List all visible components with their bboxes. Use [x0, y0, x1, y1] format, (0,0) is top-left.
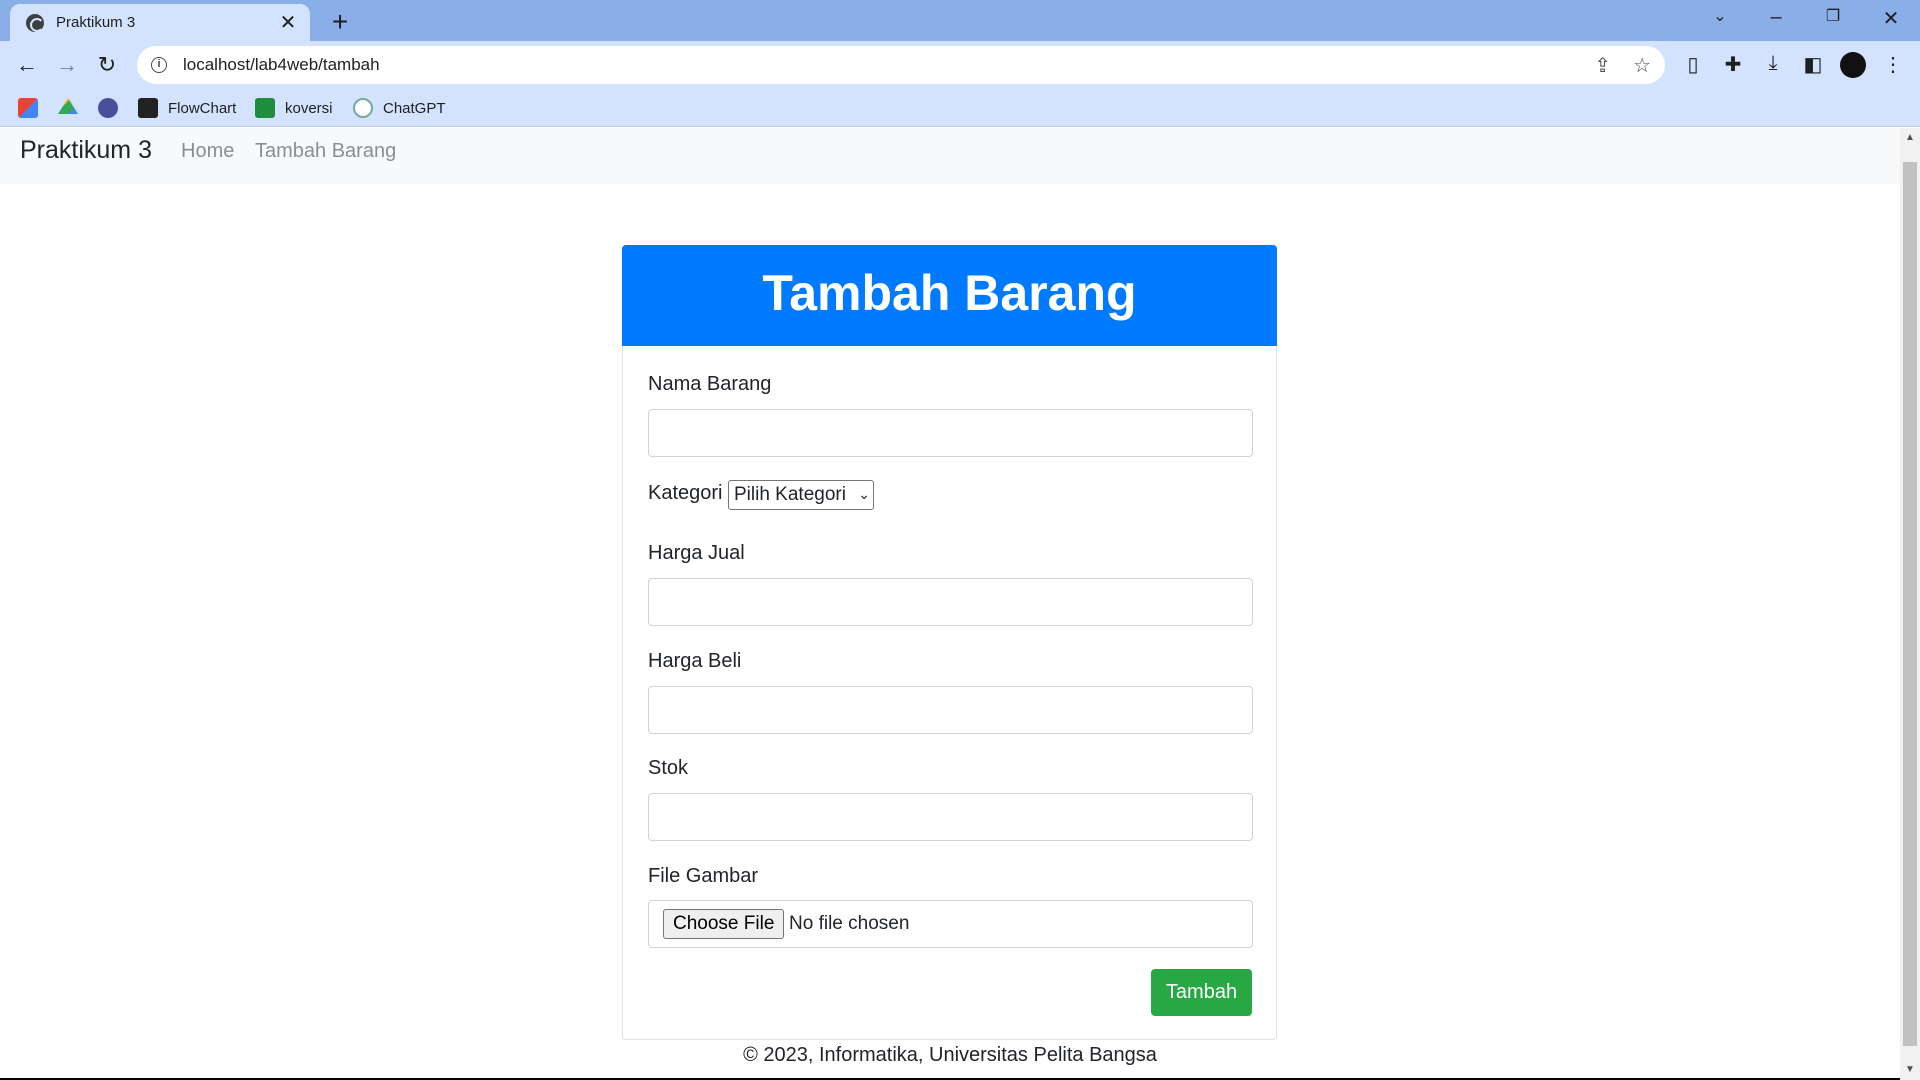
- stok-input[interactable]: [648, 793, 1253, 841]
- gmail-bookmark[interactable]: [18, 97, 48, 119]
- download-icon[interactable]: ⤓: [1760, 52, 1786, 75]
- scroll-up-arrow-icon[interactable]: ▲: [1900, 128, 1920, 148]
- profile-avatar[interactable]: [1840, 52, 1866, 78]
- extensions-icon[interactable]: ✚: [1720, 52, 1746, 77]
- tambah-submit-button[interactable]: Tambah: [1151, 969, 1252, 1016]
- campus-logo-icon: [98, 98, 118, 118]
- choose-file-button[interactable]: Choose File: [663, 909, 785, 939]
- browser-toolbar: ← → ↻ i localhost/lab4web/tambah ⇪ ☆ ▯ ✚…: [0, 41, 1920, 89]
- page-scrollbar[interactable]: ▲ ▼: [1900, 128, 1920, 1080]
- browser-tab[interactable]: Praktikum 3 ✕: [10, 4, 310, 41]
- chatgpt-icon: [353, 98, 373, 118]
- address-bar[interactable]: i localhost/lab4web/tambah ⇪ ☆: [137, 46, 1665, 84]
- new-tab-button[interactable]: +: [325, 6, 355, 38]
- back-icon[interactable]: ←: [11, 49, 43, 81]
- harga-jual-input[interactable]: [648, 578, 1253, 626]
- flowchart-icon: [138, 98, 158, 118]
- nama-barang-input[interactable]: [648, 409, 1253, 457]
- form-title: Tambah Barang: [622, 245, 1277, 346]
- bookmark-flowchart[interactable]: FlowChart: [138, 97, 236, 119]
- form-card: Tambah Barang Nama Barang Kategori Pilih…: [622, 245, 1277, 1040]
- harga-jual-label: Harga Jual: [648, 542, 745, 564]
- file-gambar-label: File Gambar: [648, 865, 759, 887]
- scrollbar-thumb[interactable]: [1903, 162, 1917, 1046]
- koversi-icon: [255, 98, 275, 118]
- bookmark-star-icon[interactable]: ☆: [1633, 53, 1651, 78]
- window-close-icon[interactable]: ✕: [1876, 6, 1906, 31]
- tab-title: Praktikum 3: [56, 14, 136, 31]
- gmail-icon: [18, 98, 38, 118]
- drive-bookmark[interactable]: [58, 97, 88, 119]
- close-tab-icon[interactable]: ✕: [278, 10, 298, 35]
- browser-tab-bar: Praktikum 3 ✕ + ⌄ – ❐ ✕: [0, 0, 1920, 41]
- restore-icon[interactable]: ❐: [1818, 6, 1848, 26]
- bookmarks-bar: FlowChart koversi ChatGPT: [0, 89, 1920, 127]
- bookmark-label: koversi: [285, 99, 333, 117]
- file-status-text: No file chosen: [789, 913, 910, 934]
- site-navbar: Praktikum 3 Home Tambah Barang: [0, 128, 1900, 184]
- drive-icon: [58, 98, 78, 114]
- site-info-icon[interactable]: i: [151, 57, 167, 73]
- campus-bookmark[interactable]: [98, 97, 128, 119]
- web-page: Praktikum 3 Home Tambah Barang Tambah Ba…: [0, 128, 1900, 1080]
- share-icon[interactable]: ⇪: [1594, 53, 1611, 78]
- side-panel-icon[interactable]: ◧: [1800, 52, 1826, 77]
- navbar-brand[interactable]: Praktikum 3: [20, 136, 152, 165]
- nama-barang-label: Nama Barang: [648, 373, 772, 395]
- bookmark-label: ChatGPT: [383, 99, 446, 117]
- bookmark-chatgpt[interactable]: ChatGPT: [353, 97, 446, 119]
- reading-mode-icon[interactable]: ▯: [1680, 52, 1706, 77]
- harga-beli-input[interactable]: [648, 686, 1253, 734]
- scroll-down-arrow-icon[interactable]: ▼: [1900, 1060, 1920, 1080]
- harga-beli-label: Harga Beli: [648, 650, 742, 672]
- file-gambar-input[interactable]: Choose File No file chosen: [648, 900, 1253, 948]
- kategori-select[interactable]: Pilih Kategori ⌄: [728, 480, 874, 510]
- page-footer: © 2023, Informatika, Universitas Pelita …: [743, 1044, 1157, 1066]
- chevron-down-icon: ⌄: [858, 486, 870, 502]
- kategori-selected-value: Pilih Kategori: [734, 484, 846, 505]
- menu-icon[interactable]: ⋮: [1880, 52, 1906, 77]
- globe-icon: [26, 13, 44, 32]
- tab-search-icon[interactable]: ⌄: [1705, 6, 1735, 26]
- reload-icon[interactable]: ↻: [91, 49, 123, 81]
- nav-link-tambah-barang[interactable]: Tambah Barang: [255, 140, 396, 163]
- stok-label: Stok: [648, 757, 689, 779]
- bookmark-label: FlowChart: [168, 99, 237, 117]
- minimize-icon[interactable]: –: [1761, 6, 1791, 29]
- bookmark-koversi[interactable]: koversi: [255, 97, 333, 119]
- url-text[interactable]: localhost/lab4web/tambah: [183, 55, 1572, 75]
- nav-link-home[interactable]: Home: [181, 140, 234, 163]
- forward-icon[interactable]: →: [51, 49, 83, 81]
- kategori-label: Kategori: [648, 482, 723, 504]
